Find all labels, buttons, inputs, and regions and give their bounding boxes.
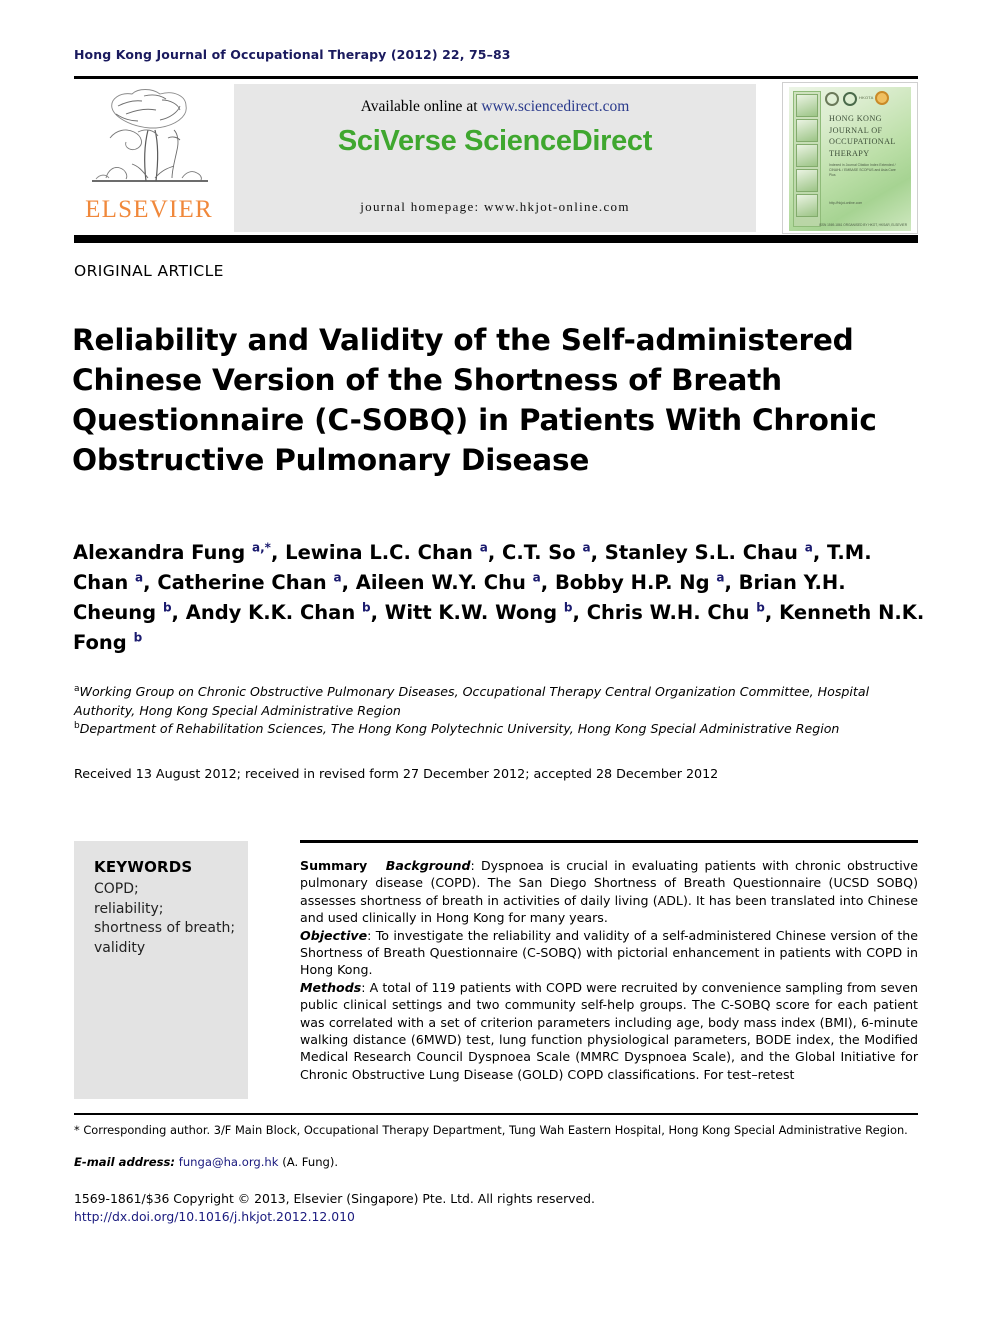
cover-photo-strip: [793, 91, 821, 227]
sciencedirect-box: Available online at www.sciencedirect.co…: [234, 84, 756, 232]
doi-link[interactable]: http://dx.doi.org/10.1016/j.hkjot.2012.1…: [74, 1209, 355, 1224]
elsevier-logo: ELSEVIER: [74, 84, 224, 234]
cover-seal-icon-2: [843, 92, 857, 106]
cover-seal-icon-1: [825, 92, 839, 106]
available-online-line: Available online at www.sciencedirect.co…: [234, 98, 756, 116]
summary-section-heading: Background: [385, 858, 471, 873]
affiliation-text: Department of Rehabilitation Sciences, T…: [79, 721, 840, 736]
available-online-prefix: Available online at: [360, 98, 482, 115]
summary-label: Summary: [300, 858, 368, 873]
summary-top-rule: [300, 840, 918, 843]
header-top-rule: [74, 76, 918, 79]
cover-title: HONG KONG JOURNAL OF OCCUPATIONAL THERAP…: [829, 114, 896, 158]
summary-section-text: : A total of 119 patients with COPD were…: [300, 979, 918, 1082]
keyword-item: shortness of breath;: [94, 920, 236, 936]
email-note: E-mail address: funga@ha.org.hk (A. Fung…: [74, 1155, 338, 1169]
journal-header-band: ELSEVIER Available online at www.science…: [74, 82, 918, 234]
sciencedirect-url-link[interactable]: www.sciencedirect.com: [481, 98, 629, 115]
footnote-rule: [74, 1113, 918, 1115]
journal-cover-thumbnail[interactable]: HKOTA HONG KONG JOURNAL OF OCCUPATIONAL …: [782, 82, 918, 234]
elsevier-tree-icon: [92, 89, 208, 182]
summary-paragraph-background: Summary Background: Dyspnoea is crucial …: [300, 857, 918, 927]
keyword-item: reliability;: [94, 900, 164, 917]
summary-paragraph-methods: Methods: A total of 119 patients with CO…: [300, 979, 918, 1083]
author-list: Alexandra Fung a,*, Lewina L.C. Chan a, …: [73, 540, 925, 654]
cover-subtitle: Indexed in Journal Citation Index Extend…: [829, 163, 896, 177]
journal-homepage-line[interactable]: journal homepage: www.hkjot-online.com: [234, 199, 756, 215]
cover-hkot-label: HKOTA: [859, 95, 874, 100]
article-page: Hong Kong Journal of Occupational Therap…: [0, 0, 992, 1323]
elsevier-wordmark: ELSEVIER: [85, 196, 213, 223]
summary-abstract: Summary Background: Dyspnoea is crucial …: [300, 857, 918, 1083]
article-type-label: ORIGINAL ARTICLE: [74, 262, 224, 280]
running-head: Hong Kong Journal of Occupational Therap…: [74, 47, 511, 62]
email-link[interactable]: funga@ha.org.hk: [179, 1155, 279, 1169]
keywords-heading: KEYWORDS: [94, 858, 193, 876]
keyword-item: validity: [94, 939, 146, 956]
received-dates: Received 13 August 2012; received in rev…: [74, 766, 719, 781]
summary-paragraph-objective: Objective: To investigate the reliabilit…: [300, 927, 918, 979]
email-suffix: (A. Fung).: [282, 1155, 339, 1169]
keywords-list: COPD; reliability; shortness of breath; …: [94, 880, 235, 958]
cover-footer: ISSN 1569-1861 ORGANISED BY HKOT, HKSAR,…: [818, 223, 907, 227]
summary-section-text: : To investigate the reliability and val…: [300, 927, 918, 978]
affiliation-list: aWorking Group on Chronic Obstructive Pu…: [74, 683, 924, 739]
page-title: Reliability and Validity of the Self-adm…: [72, 322, 877, 477]
affiliation-text: Working Group on Chronic Obstructive Pul…: [74, 684, 870, 718]
summary-section-heading: Methods: [300, 979, 362, 995]
keywords-box: KEYWORDS COPD; reliability; shortness of…: [74, 841, 248, 1099]
email-label: E-mail address:: [74, 1155, 176, 1169]
corresponding-author-note: * Corresponding author. 3/F Main Block, …: [74, 1123, 908, 1137]
keyword-item: COPD;: [94, 881, 139, 897]
affiliation-item: aWorking Group on Chronic Obstructive Pu…: [74, 683, 924, 720]
affiliation-item: bDepartment of Rehabilitation Sciences, …: [74, 720, 924, 739]
header-bottom-rule: [74, 235, 918, 243]
journal-cover-image: HKOTA HONG KONG JOURNAL OF OCCUPATIONAL …: [789, 87, 911, 231]
cover-seal-icon-3: [875, 91, 889, 105]
copyright-line: 1569-1861/$36 Copyright © 2013, Elsevier…: [74, 1191, 595, 1206]
sciverse-sciencedirect-title: SciVerse ScienceDirect: [337, 125, 653, 157]
summary-section-heading: Objective: [300, 927, 368, 943]
cover-url: http://hkjot-online.com: [829, 201, 863, 205]
